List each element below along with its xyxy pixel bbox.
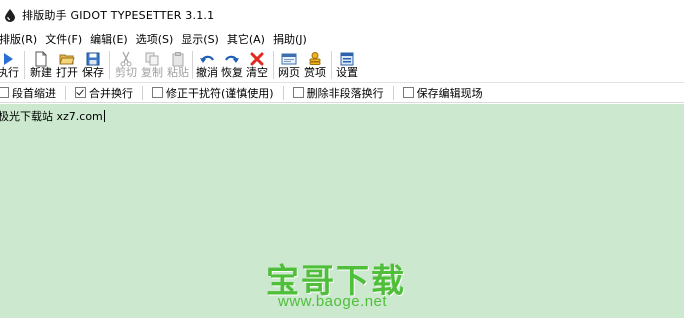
new-file-icon <box>35 51 47 67</box>
save-button[interactable]: 保存 <box>81 50 105 80</box>
redo-button[interactable]: 恢复 <box>220 50 244 80</box>
toolbar-separator <box>331 51 332 79</box>
option-separator <box>392 85 394 100</box>
undo-arrow-icon <box>200 55 214 63</box>
menu-donate[interactable]: 捐助(J) <box>273 31 311 47</box>
menu-view[interactable]: 显示(S) <box>181 31 223 47</box>
merge-lines-checkbox[interactable] <box>75 87 86 98</box>
web-page-icon <box>281 53 297 65</box>
menu-typeset[interactable]: 排版(R) <box>0 31 41 47</box>
text-caret <box>103 110 105 122</box>
menu-other[interactable]: 其它(A) <box>227 31 269 47</box>
cut-button[interactable]: 剪切 <box>114 50 138 80</box>
redo-arrow-icon <box>225 55 239 63</box>
menu-bar: 排版(R) 文件(F) 编辑(E) 选项(S) 显示(S) 其它(A) 捐助(J… <box>0 30 684 47</box>
toolbar: 执行 新建 打开 保存 剪切 复制 粘贴 撤消 恢复 清空 网页 赏项 设置 <box>0 48 684 83</box>
option-fix-interference[interactable]: 修正干扰符(谨慎使用) <box>152 85 274 101</box>
menu-edit[interactable]: 编辑(E) <box>90 31 132 47</box>
option-remove-breaks[interactable]: 删除非段落换行 <box>292 85 384 101</box>
toolbar-separator <box>192 51 193 79</box>
copy-button[interactable]: 复制 <box>140 50 164 80</box>
toolbar-separator <box>273 51 274 79</box>
settings-window-icon <box>340 52 354 66</box>
run-button[interactable]: 执行 <box>0 50 19 80</box>
toolbar-separator <box>109 51 110 79</box>
watermark-url: www.baoge.net <box>278 293 388 310</box>
fix-interference-checkbox[interactable] <box>152 87 163 98</box>
option-separator <box>282 85 284 100</box>
indent-checkbox[interactable] <box>0 87 9 98</box>
toolbar-separator <box>24 51 25 79</box>
option-merge-lines-label: 合并换行 <box>89 86 133 100</box>
options-bar: 段首缩进 合并换行 修正干扰符(谨慎使用) 删除非段落换行 保存编辑现场 <box>0 83 684 103</box>
option-save-session-label: 保存编辑现场 <box>416 86 483 100</box>
window-title: 排版助手 GIDOT TYPESETTER 3.1.1 <box>22 9 215 22</box>
remove-breaks-checkbox[interactable] <box>292 87 304 98</box>
option-separator <box>65 85 66 100</box>
option-indent-label: 段首缩进 <box>12 86 56 100</box>
watermark: 宝哥下载 www.baoge.net <box>262 254 422 312</box>
clear-button[interactable]: 清空 <box>245 50 269 80</box>
floppy-disk-icon <box>86 52 100 66</box>
clipboard-icon <box>172 52 184 67</box>
paste-button[interactable]: 粘贴 <box>166 50 190 80</box>
new-button[interactable]: 新建 <box>29 50 53 80</box>
ink-drop-icon <box>5 9 15 22</box>
option-separator <box>142 85 143 100</box>
coins-stack-icon <box>309 52 321 65</box>
editor-content: 极光下载站 xz7.com <box>0 108 105 124</box>
play-icon <box>4 53 13 65</box>
menu-options[interactable]: 选项(S) <box>136 31 178 47</box>
donate-button[interactable]: 赏项 <box>303 50 327 80</box>
option-save-session[interactable]: 保存编辑现场 <box>402 85 483 101</box>
option-remove-breaks-label: 删除非段落换行 <box>306 86 384 100</box>
scissors-icon <box>120 51 132 67</box>
menu-file[interactable]: 文件(F) <box>45 31 86 47</box>
editor-text-line: 极光下载站 xz7.com <box>0 110 103 123</box>
option-fix-interference-label: 修正干扰符(谨慎使用) <box>166 86 274 100</box>
web-button[interactable]: 网页 <box>277 50 301 80</box>
red-x-icon <box>250 52 264 66</box>
option-indent[interactable]: 段首缩进 <box>0 85 56 101</box>
save-session-checkbox[interactable] <box>402 87 414 98</box>
copy-icon <box>145 52 159 66</box>
title-bar: 排版助手 GIDOT TYPESETTER 3.1.1 <box>0 0 684 30</box>
settings-button[interactable]: 设置 <box>335 50 359 80</box>
option-merge-lines[interactable]: 合并换行 <box>75 85 133 101</box>
open-folder-icon <box>59 54 75 65</box>
open-button[interactable]: 打开 <box>55 50 79 80</box>
undo-button[interactable]: 撤消 <box>195 50 219 80</box>
